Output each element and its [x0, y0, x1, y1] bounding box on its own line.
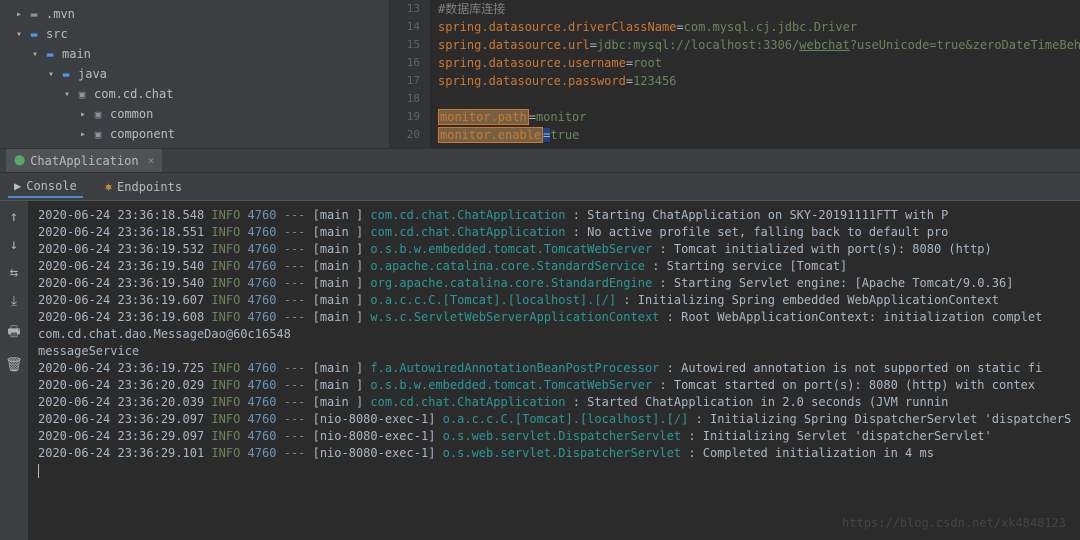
run-subtab-bar: ▶Console ⎈Endpoints	[0, 173, 1080, 201]
tab-console[interactable]: ▶Console	[8, 176, 83, 198]
console-output[interactable]: 2020-06-24 23:36:18.548 INFO 4760 --- [m…	[28, 201, 1080, 540]
folder-icon: ▬	[26, 6, 42, 22]
package-icon: ▣	[74, 86, 90, 102]
tab-endpoints[interactable]: ⎈Endpoints	[99, 177, 188, 197]
chevron-down-icon: ▾	[46, 69, 56, 80]
chevron-down-icon: ▾	[30, 49, 40, 60]
tree-item-config[interactable]: ▸▣ᄼᄼᄼfigurationᄼᄼᄼ	[0, 144, 389, 148]
watermark: https://blog.csdn.net/xk4848123	[842, 516, 1066, 530]
package-icon: ▣	[90, 146, 106, 148]
tab-chatapplication[interactable]: ⬤ ChatApplication ×	[6, 149, 162, 172]
tree-item-common[interactable]: ▸▣common	[0, 104, 389, 124]
down-icon[interactable]: ↓	[10, 237, 18, 253]
package-icon: ▣	[90, 106, 106, 122]
tree-item-package[interactable]: ▾▣com.cd.chat	[0, 84, 389, 104]
wrap-icon[interactable]: ⇆	[10, 265, 18, 281]
console-icon: ▶	[14, 179, 21, 193]
scroll-icon[interactable]: ⤓	[11, 293, 17, 309]
chevron-right-icon: ▸	[14, 9, 24, 20]
folder-icon: ▬	[26, 26, 42, 42]
up-icon[interactable]: ↑	[10, 209, 18, 225]
print-icon[interactable]: 🖶	[7, 321, 20, 345]
console-toolbar: ↑ ↓ ⇆ ⤓ 🖶 🗑	[0, 201, 28, 540]
tree-item-mvn[interactable]: ▸▬.mvn	[0, 4, 389, 24]
endpoints-icon: ⎈	[105, 180, 112, 194]
code-content[interactable]: #数据库连接 spring.datasource.driverClassName…	[430, 0, 1080, 148]
chevron-down-icon: ▾	[14, 29, 24, 40]
chevron-right-icon: ▸	[78, 109, 88, 120]
tree-item-main[interactable]: ▾▬main	[0, 44, 389, 64]
tree-item-java[interactable]: ▾▬java	[0, 64, 389, 84]
chevron-down-icon: ▾	[62, 89, 72, 100]
project-tree[interactable]: ▸▬.mvn ▾▬src ▾▬main ▾▬java ▾▣com.cd.chat…	[0, 0, 390, 148]
folder-icon: ▬	[42, 46, 58, 62]
tab-label: ChatApplication	[30, 154, 138, 168]
chevron-right-icon: ▸	[78, 129, 88, 140]
tree-item-component[interactable]: ▸▣component	[0, 124, 389, 144]
package-icon: ▣	[90, 126, 106, 142]
line-gutter: 1314151617181920	[390, 0, 430, 148]
tree-item-src[interactable]: ▾▬src	[0, 24, 389, 44]
run-tab-bar: ⬤ ChatApplication ×	[0, 148, 1080, 173]
folder-icon: ▬	[58, 66, 74, 82]
run-icon: ⬤	[14, 155, 25, 166]
code-editor[interactable]: 1314151617181920 #数据库连接 spring.datasourc…	[390, 0, 1080, 148]
trash-icon[interactable]: 🗑	[5, 357, 23, 373]
close-icon[interactable]: ×	[148, 154, 155, 167]
